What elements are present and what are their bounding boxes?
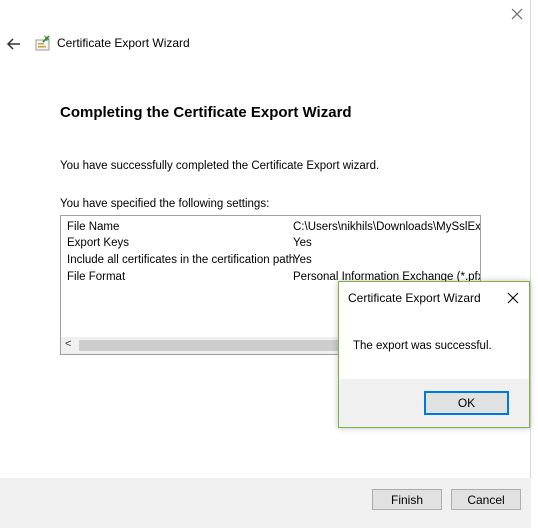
- close-icon[interactable]: [507, 4, 527, 24]
- wizard-title: Certificate Export Wizard: [57, 36, 190, 50]
- page-heading: Completing the Certificate Export Wizard: [60, 104, 352, 121]
- scroll-left-icon[interactable]: <: [65, 338, 71, 350]
- success-text: You have successfully completed the Cert…: [60, 160, 380, 172]
- setting-value-file-name: C:\Users\nikhils\Downloads\MySslExpo: [293, 221, 481, 233]
- back-arrow-icon[interactable]: [5, 35, 23, 53]
- wizard-window: Certificate Export Wizard Completing the…: [0, 0, 531, 528]
- setting-label-include-certs: Include all certificates in the certific…: [67, 254, 296, 266]
- finish-button[interactable]: Finish: [372, 489, 442, 510]
- settings-intro: You have specified the following setting…: [60, 198, 270, 210]
- scrollbar-thumb[interactable]: [79, 340, 379, 351]
- certificate-wizard-icon: [35, 35, 50, 51]
- setting-label-file-name: File Name: [67, 221, 120, 233]
- dialog-title: Certificate Export Wizard: [348, 291, 481, 305]
- ok-button[interactable]: OK: [424, 391, 509, 415]
- setting-label-file-format: File Format: [67, 271, 126, 283]
- setting-value-include-certs: Yes: [293, 254, 312, 266]
- dialog-close-icon[interactable]: [506, 291, 520, 305]
- cancel-button[interactable]: Cancel: [451, 489, 521, 510]
- export-success-dialog: Certificate Export Wizard The export was…: [338, 281, 530, 428]
- setting-value-export-keys: Yes: [293, 237, 312, 249]
- setting-label-export-keys: Export Keys: [67, 237, 129, 249]
- dialog-message: The export was successful.: [353, 340, 492, 352]
